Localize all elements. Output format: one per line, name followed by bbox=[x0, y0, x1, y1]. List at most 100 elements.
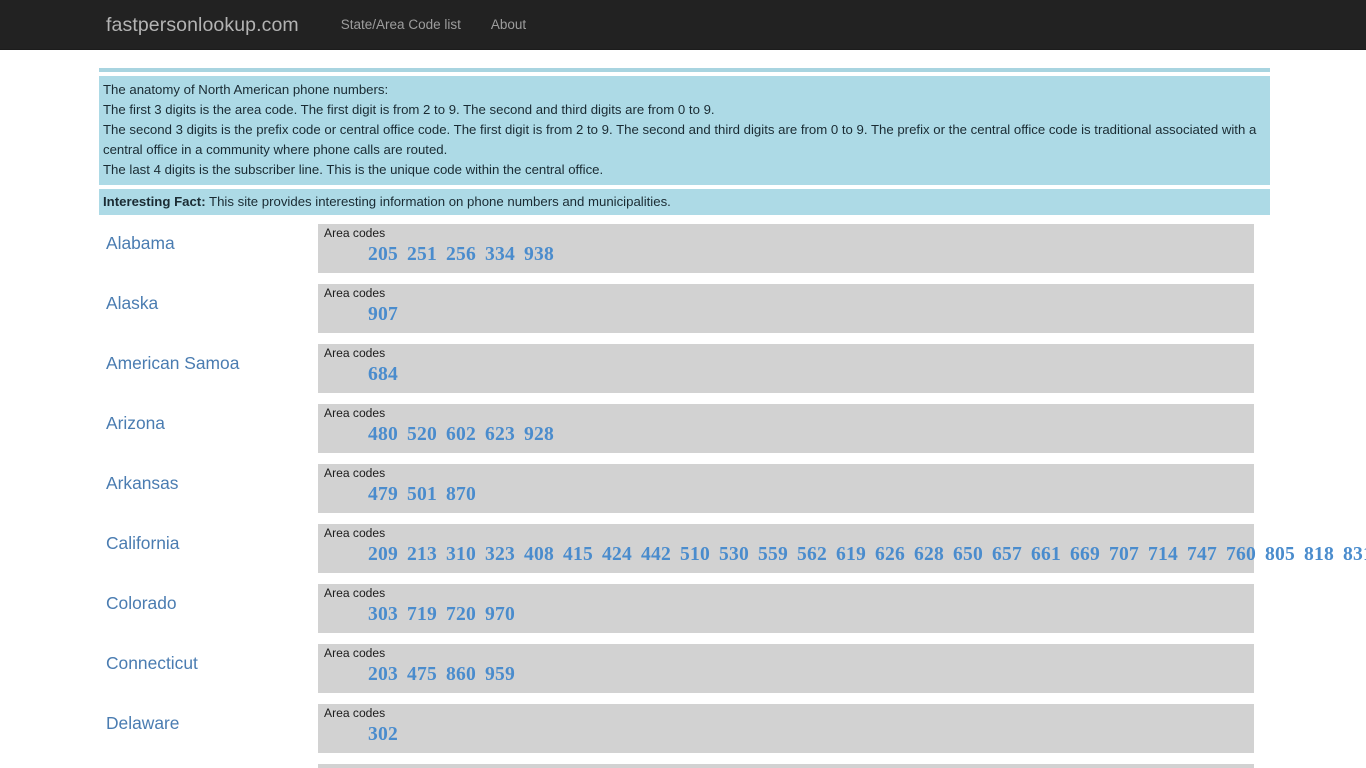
area-codes-cell: Area codes 684 bbox=[318, 344, 1254, 393]
area-codes-values: 209 213 310 323 408 415 424 442 510 530 559 562 619 6… bbox=[324, 541, 1366, 569]
area-codes-cell: Area codes 303 719 720 970 bbox=[318, 584, 1254, 633]
area-code-link[interactable]: 805 bbox=[1265, 544, 1295, 565]
area-code-link[interactable]: 907 bbox=[368, 304, 398, 325]
area-code-link[interactable]: 719 bbox=[407, 604, 437, 625]
area-code-link[interactable]: 959 bbox=[485, 664, 515, 685]
area-code-link[interactable]: 213 bbox=[407, 544, 437, 565]
state-name-cell: Arkansas bbox=[99, 464, 318, 494]
area-code-link[interactable]: 442 bbox=[641, 544, 671, 565]
banner-line-3: The second 3 digits is the prefix code o… bbox=[103, 122, 1257, 157]
nav-link-state-area-code-list[interactable]: State/Area Code list bbox=[326, 17, 476, 32]
area-codes-label: Area codes bbox=[324, 586, 386, 600]
area-code-link[interactable]: 818 bbox=[1304, 544, 1334, 565]
area-code-link[interactable]: 602 bbox=[446, 424, 476, 445]
area-code-link[interactable]: 501 bbox=[407, 484, 437, 505]
area-codes-values: 907 bbox=[324, 301, 1248, 329]
area-code-link[interactable]: 334 bbox=[485, 244, 515, 265]
area-code-link[interactable]: 475 bbox=[407, 664, 437, 685]
area-code-link[interactable]: 747 bbox=[1187, 544, 1217, 565]
area-code-link[interactable]: 530 bbox=[719, 544, 749, 565]
page-content: The anatomy of North American phone numb… bbox=[0, 50, 1366, 768]
area-code-link[interactable]: 628 bbox=[914, 544, 944, 565]
state-link-california[interactable]: California bbox=[106, 533, 179, 553]
area-code-link[interactable]: 480 bbox=[368, 424, 398, 445]
area-code-link[interactable]: 720 bbox=[446, 604, 476, 625]
state-link-american-samoa[interactable]: American Samoa bbox=[106, 353, 239, 373]
area-codes-cell: Area codes 479 501 870 bbox=[318, 464, 1254, 513]
area-code-link[interactable]: 860 bbox=[446, 664, 476, 685]
area-code-link[interactable]: 310 bbox=[446, 544, 476, 565]
state-row: Alabama Area codes 205 251 256 334 938 bbox=[99, 224, 1366, 273]
state-row: Arkansas Area codes 479 501 870 bbox=[99, 464, 1366, 513]
area-code-link[interactable]: 209 bbox=[368, 544, 398, 565]
area-codes-values: 479 501 870 bbox=[324, 481, 1248, 509]
area-code-link[interactable]: 256 bbox=[446, 244, 476, 265]
brand-link[interactable]: fastpersonlookup.com bbox=[106, 15, 299, 35]
area-code-link[interactable]: 415 bbox=[563, 544, 593, 565]
nav-link-about[interactable]: About bbox=[476, 17, 541, 32]
nav-links: State/Area Code list About bbox=[326, 17, 541, 32]
area-code-link[interactable]: 303 bbox=[368, 604, 398, 625]
area-codes-label: Area codes bbox=[324, 526, 386, 540]
area-code-link[interactable]: 520 bbox=[407, 424, 437, 445]
area-code-link[interactable]: 251 bbox=[407, 244, 437, 265]
state-name-cell: Alaska bbox=[99, 284, 318, 314]
state-link-delaware[interactable]: Delaware bbox=[106, 713, 179, 733]
area-code-link[interactable]: 938 bbox=[524, 244, 554, 265]
area-code-link[interactable]: 650 bbox=[953, 544, 983, 565]
state-link-arizona[interactable]: Arizona bbox=[106, 413, 165, 433]
area-codes-values: 684 bbox=[324, 361, 1248, 389]
interesting-fact-label: Interesting Fact: bbox=[103, 194, 206, 209]
area-code-link[interactable]: 323 bbox=[485, 544, 515, 565]
area-code-link[interactable]: 714 bbox=[1148, 544, 1178, 565]
state-row: Colorado Area codes 303 719 720 970 bbox=[99, 584, 1366, 633]
state-row: Arizona Area codes 480 520 602 623 928 bbox=[99, 404, 1366, 453]
area-code-link[interactable]: 928 bbox=[524, 424, 554, 445]
state-name-cell: California bbox=[99, 524, 318, 554]
area-code-link[interactable]: 626 bbox=[875, 544, 905, 565]
area-code-link[interactable]: 203 bbox=[368, 664, 398, 685]
area-code-link[interactable]: 657 bbox=[992, 544, 1022, 565]
state-row: Alaska Area codes 907 bbox=[99, 284, 1366, 333]
area-code-link[interactable]: 562 bbox=[797, 544, 827, 565]
state-row: California Area codes 209 213 310 323 408 415 42… bbox=[99, 524, 1366, 573]
area-code-link[interactable]: 970 bbox=[485, 604, 515, 625]
area-code-link[interactable]: 707 bbox=[1109, 544, 1139, 565]
interesting-fact-bar: Interesting Fact: This site provides int… bbox=[99, 189, 1270, 215]
area-code-link[interactable]: 669 bbox=[1070, 544, 1100, 565]
state-link-connecticut[interactable]: Connecticut bbox=[106, 653, 198, 673]
banner-line-4: The last 4 digits is the subscriber line… bbox=[103, 162, 604, 177]
area-code-link[interactable]: 424 bbox=[602, 544, 632, 565]
area-code-link[interactable]: 619 bbox=[836, 544, 866, 565]
state-link-colorado[interactable]: Colorado bbox=[106, 593, 177, 613]
area-codes-values: 303 719 720 970 bbox=[324, 601, 1248, 629]
area-code-link[interactable]: 205 bbox=[368, 244, 398, 265]
state-row: FloridaArea codes bbox=[99, 764, 1366, 768]
state-link-alaska[interactable]: Alaska bbox=[106, 293, 158, 313]
state-name-cell: Florida bbox=[99, 764, 318, 768]
area-codes-values: 203 475 860 959 bbox=[324, 661, 1248, 689]
area-code-link[interactable]: 623 bbox=[485, 424, 515, 445]
state-name-cell: American Samoa bbox=[99, 344, 318, 374]
state-link-arkansas[interactable]: Arkansas bbox=[106, 473, 179, 493]
area-code-link[interactable]: 559 bbox=[758, 544, 788, 565]
area-code-link[interactable]: 870 bbox=[446, 484, 476, 505]
area-code-link[interactable]: 479 bbox=[368, 484, 398, 505]
state-link-alabama[interactable]: Alabama bbox=[106, 233, 175, 253]
area-code-link[interactable]: 684 bbox=[368, 364, 398, 385]
area-code-link[interactable]: 760 bbox=[1226, 544, 1256, 565]
area-code-link[interactable]: 510 bbox=[680, 544, 710, 565]
area-codes-label: Area codes bbox=[324, 466, 386, 480]
banner-line-2: The first 3 digits is the area code. The… bbox=[103, 102, 715, 117]
area-codes-values: 302 bbox=[324, 721, 1248, 749]
area-code-link[interactable]: 831 bbox=[1343, 544, 1366, 565]
area-code-link[interactable]: 408 bbox=[524, 544, 554, 565]
banner-line-1: The anatomy of North American phone numb… bbox=[103, 82, 389, 97]
area-codes-cell: Area codes 480 520 602 623 928 bbox=[318, 404, 1254, 453]
area-code-link[interactable]: 661 bbox=[1031, 544, 1061, 565]
area-codes-label: Area codes bbox=[324, 226, 386, 240]
navbar-inner: fastpersonlookup.com State/Area Code lis… bbox=[0, 15, 1366, 35]
area-codes-label: Area codes bbox=[324, 346, 386, 360]
area-code-link[interactable]: 302 bbox=[368, 724, 398, 745]
banner-top-rule bbox=[99, 68, 1270, 72]
